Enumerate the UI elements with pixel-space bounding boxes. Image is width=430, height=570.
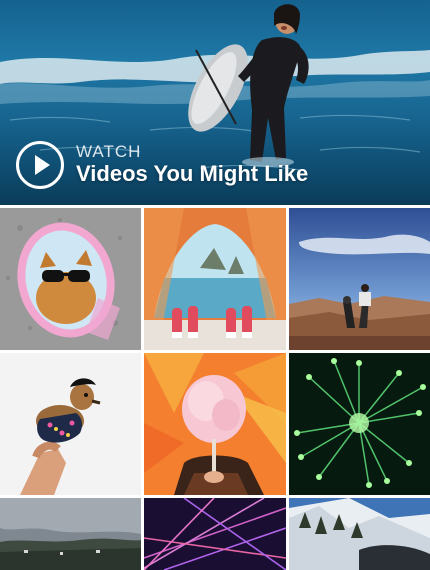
thumbnail-cotton-candy[interactable] — [144, 353, 286, 495]
thumbnail-dog-held-up[interactable] — [0, 353, 141, 495]
thumbnail-tent-ocean-view[interactable] — [144, 208, 286, 350]
thumbnail-green-fireworks[interactable] — [289, 353, 430, 495]
watch-title: Videos You Might Like — [76, 161, 309, 186]
play-icon — [34, 155, 50, 175]
thumbnail-laser-lights[interactable] — [144, 498, 286, 570]
watch-label: WATCH — [76, 142, 142, 161]
thumbnail-cloudy-hills[interactable] — [0, 498, 141, 570]
thumbnail-canyon-proposal[interactable] — [289, 208, 430, 350]
thumbnail-snowy-mountain[interactable] — [289, 498, 430, 570]
watch-hero-banner[interactable]: WATCH Videos You Might Like — [0, 0, 430, 205]
play-button[interactable] — [16, 141, 64, 189]
thumbnail-cat-sunglasses-mirror[interactable] — [0, 208, 141, 350]
